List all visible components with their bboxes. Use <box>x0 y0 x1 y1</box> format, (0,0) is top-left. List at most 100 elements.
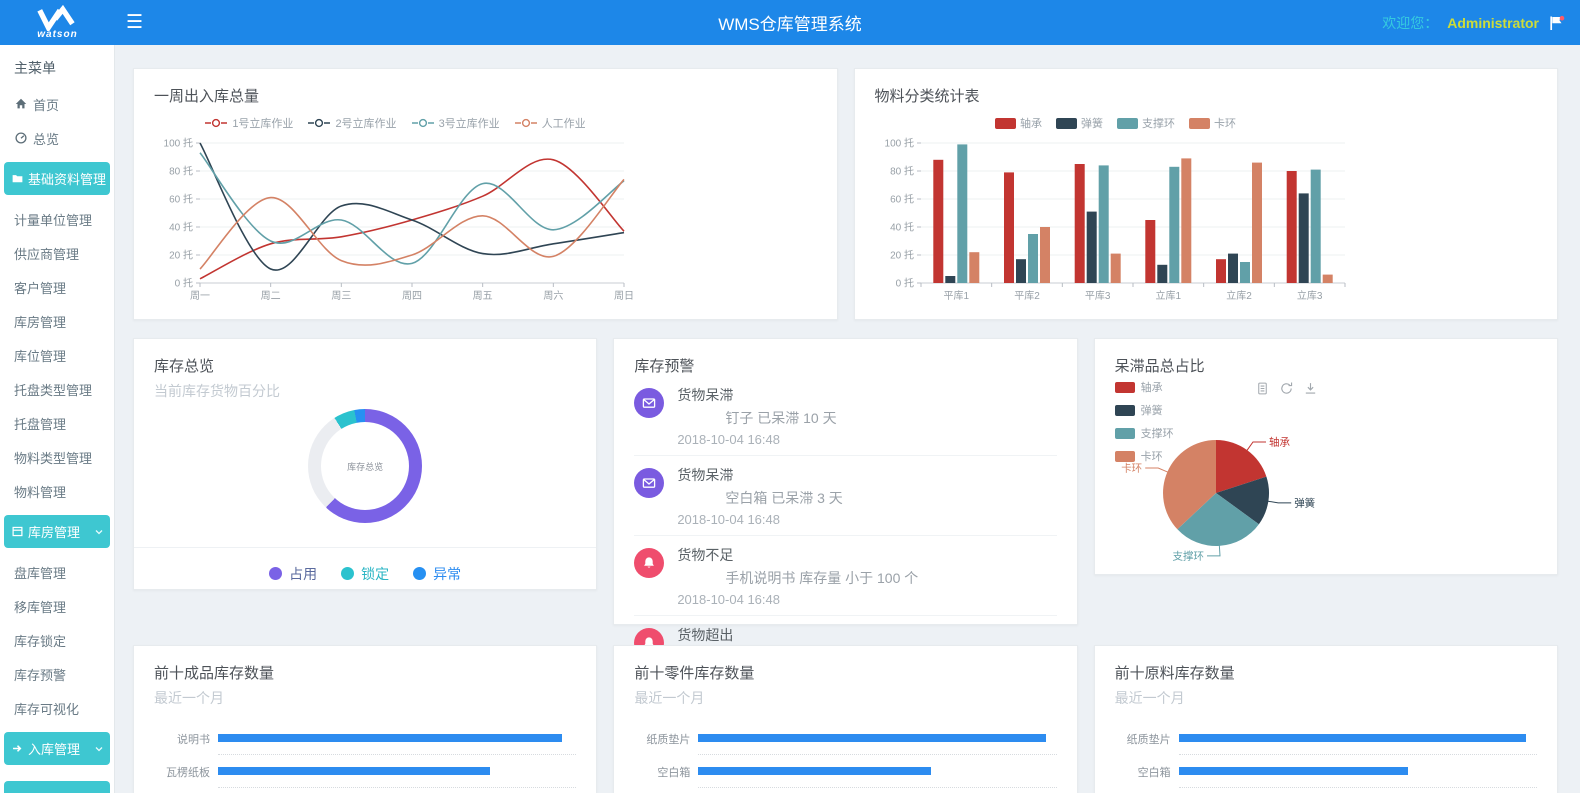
svg-text:平库1: 平库1 <box>943 289 969 302</box>
legend-item[interactable]: 轴承 <box>1115 379 1174 395</box>
data-view-icon[interactable] <box>1255 381 1270 396</box>
sidebar-item[interactable]: 盘库管理 <box>0 555 114 589</box>
card-title: 前十零件库存数量 <box>634 662 1056 683</box>
restore-icon[interactable] <box>1279 381 1294 396</box>
card-title: 前十原料库存数量 <box>1115 662 1537 683</box>
svg-text:周五: 周五 <box>473 290 493 302</box>
save-image-icon[interactable] <box>1303 381 1318 396</box>
legend-item[interactable]: 弹簧 <box>1115 402 1174 418</box>
hbar-category-label: 空白箱 <box>1115 764 1179 780</box>
svg-text:立库2: 立库2 <box>1226 289 1252 302</box>
donut-chart-area: 库存总览 <box>154 401 576 547</box>
card-inventory-overview: 库存总览 当前库存货物百分比 库存总览 占用 锁定 异常 <box>133 338 597 590</box>
legend-item[interactable]: 轴承 <box>995 115 1042 131</box>
sidebar-item[interactable]: 客户管理 <box>0 270 114 304</box>
svg-text:周四: 周四 <box>402 290 422 302</box>
alert-item[interactable]: 货物不足手机说明书 库存量 小于 100 个2018-10-04 16:48 <box>634 536 1056 616</box>
sidebar-item[interactable]: 库房管理 <box>0 304 114 338</box>
legend-item[interactable]: 弹簧 <box>1056 115 1103 131</box>
legend-item[interactable]: 2号立库作业 <box>307 115 396 131</box>
warehouse-icon <box>11 525 24 538</box>
legend-item[interactable]: 锁定 <box>341 564 389 584</box>
sidebar-item[interactable]: 计量单位管理 <box>0 202 114 236</box>
hbar-category-label: 说明书 <box>154 731 218 747</box>
svg-text:40 托: 40 托 <box>169 221 193 234</box>
sidebar-item[interactable]: 物料类型管理 <box>0 440 114 474</box>
hbar-row: 瓦楞纸板 <box>154 755 576 788</box>
chevron-down-icon <box>93 526 105 538</box>
legend-item[interactable]: 卡环 <box>1189 115 1236 131</box>
sidebar-item[interactable]: 托盘管理 <box>0 406 114 440</box>
legend-item[interactable]: 支撑环 <box>1117 115 1175 131</box>
legend-item[interactable]: 1号立库作业 <box>204 115 293 131</box>
sidebar-item[interactable]: 供应商管理 <box>0 236 114 270</box>
hbar-row: 空白箱 <box>634 755 1056 788</box>
hbar-bar <box>698 734 1046 742</box>
alert-item[interactable]: 货物呆滞空白箱 已呆滞 3 天2018-10-04 16:48 <box>634 456 1056 536</box>
card-subtitle: 最近一个月 <box>154 688 576 708</box>
card-title: 前十成品库存数量 <box>154 662 576 683</box>
user-area: 欢迎您： Administrator <box>1382 0 1566 45</box>
svg-text:平库2: 平库2 <box>1014 289 1040 302</box>
hbar-row: 说明书 <box>154 722 576 755</box>
sidebar-item[interactable]: 物料管理 <box>0 474 114 508</box>
notification-flag-icon[interactable] <box>1548 15 1566 31</box>
svg-text:0 托: 0 托 <box>895 277 913 290</box>
alert-item[interactable]: 货物呆滞钉子 已呆滞 10 天2018-10-04 16:48 <box>634 376 1056 456</box>
svg-text:60 托: 60 托 <box>169 193 193 206</box>
card-top-raw: 前十原料库存数量 最近一个月 纸质垫片空白箱彩卡说明书 <box>1094 645 1558 793</box>
stagnant-pie-chart: 轴承弹簧支撑环卡环 <box>1111 431 1541 571</box>
sidebar-item[interactable]: 库位管理 <box>0 338 114 372</box>
alert-title: 货物呆滞 <box>677 465 1056 485</box>
inventory-donut-chart: 库存总览 <box>308 409 422 523</box>
row-top-charts: 一周出入库总量 1号立库作业2号立库作业3号立库作业人工作业 0 托20 托40… <box>133 68 1558 320</box>
hbar-category-label: 纸质垫片 <box>634 731 698 747</box>
svg-text:周六: 周六 <box>543 290 563 302</box>
hbar-bar <box>1179 767 1408 775</box>
card-title: 库存总览 <box>154 355 576 376</box>
legend-item[interactable]: 3号立库作业 <box>411 115 500 131</box>
sidebar-item[interactable]: 库存预警 <box>0 657 114 691</box>
hbar-track <box>1179 755 1537 788</box>
sidebar-item[interactable]: 总览 <box>0 121 114 155</box>
sidebar-group-item[interactable]: 基础资料管理 <box>4 162 110 195</box>
sidebar-group-item[interactable]: 库房管理 <box>4 515 110 548</box>
sidebar-item-label: 库存预警 <box>14 665 66 684</box>
sidebar-item-label: 库房管理 <box>28 522 80 541</box>
svg-text:弹簧: 弹簧 <box>1294 496 1315 509</box>
hbar-row: 纸质垫片 <box>634 722 1056 755</box>
row-middle-cards: 库存总览 当前库存货物百分比 库存总览 占用锁定异常 库存预警 货物呆滞钉子 已… <box>133 338 1558 625</box>
welcome-label: 欢迎您： <box>1382 13 1438 33</box>
sidebar-item-partial[interactable] <box>4 781 110 793</box>
sidebar-item-label: 物料管理 <box>14 482 66 501</box>
alert-body: 货物呆滞空白箱 已呆滞 3 天2018-10-04 16:48 <box>677 465 1056 527</box>
legend-item[interactable]: 异常 <box>413 564 461 584</box>
sidebar-item[interactable]: 首页 <box>0 87 114 121</box>
hbar-track <box>698 788 1056 793</box>
current-username[interactable]: Administrator <box>1447 15 1539 31</box>
sidebar-item[interactable]: 库存可视化 <box>0 691 114 725</box>
material-stats-bar-chart: 0 托20 托40 托60 托80 托100 托平库1平库2平库3立库1立库2立… <box>875 131 1357 305</box>
sidebar-item-label: 首页 <box>33 95 59 114</box>
svg-text:0 托: 0 托 <box>175 277 193 290</box>
legend-item[interactable]: 占用 <box>269 564 317 584</box>
hbar-track <box>698 755 1056 788</box>
alert-body: 货物不足手机说明书 库存量 小于 100 个2018-10-04 16:48 <box>677 545 1056 607</box>
sidebar-group-item[interactable]: 入库管理 <box>4 732 110 765</box>
sidebar-item-label: 库存可视化 <box>14 699 79 718</box>
sidebar-item[interactable]: 移库管理 <box>0 589 114 623</box>
card-title: 一周出入库总量 <box>154 85 817 106</box>
sidebar-item-label: 托盘类型管理 <box>14 380 92 399</box>
sidebar-item-label: 供应商管理 <box>14 244 79 263</box>
hbar-bar <box>218 767 490 775</box>
legend-item[interactable]: 人工作业 <box>514 115 586 131</box>
alert-message: 手机说明书 库存量 小于 100 个 <box>677 568 1056 588</box>
card-subtitle: 当前库存货物百分比 <box>154 381 576 401</box>
hbar-row: 纸质垫片 <box>1115 722 1537 755</box>
finished-hbar-chart: 说明书瓦楞纸板纸质垫片空白箱 <box>154 722 576 793</box>
sidebar-item[interactable]: 库存锁定 <box>0 623 114 657</box>
sidebar-menu: 首页总览基础资料管理计量单位管理供应商管理客户管理库房管理库位管理托盘类型管理托… <box>0 87 114 793</box>
sidebar-item-label: 总览 <box>33 129 59 148</box>
sidebar-item[interactable]: 托盘类型管理 <box>0 372 114 406</box>
sidebar-item-label: 库房管理 <box>14 312 66 331</box>
